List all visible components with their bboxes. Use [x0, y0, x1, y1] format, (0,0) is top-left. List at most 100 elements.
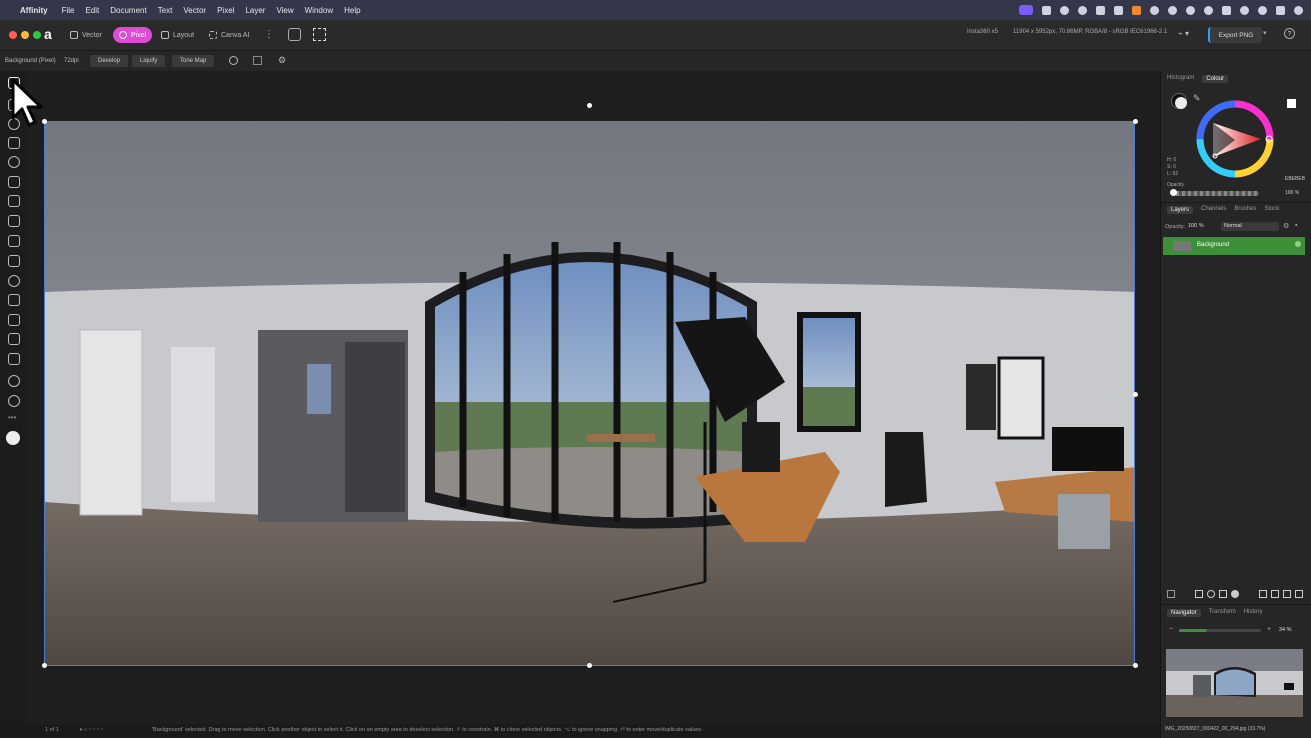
shield-icon[interactable]	[1132, 5, 1141, 15]
fx-icon[interactable]	[1195, 590, 1203, 598]
clone-brush-tool[interactable]	[8, 255, 20, 267]
transform-handle-top[interactable]	[587, 103, 592, 108]
blend-mode-select[interactable]: Normal	[1221, 222, 1279, 231]
persona-pixel[interactable]: Pixel	[113, 27, 153, 43]
transform-icon[interactable]	[253, 56, 262, 65]
tone-map-button[interactable]: Tone Map	[172, 55, 215, 67]
more-menu-icon[interactable]: ⋮	[264, 29, 274, 40]
live-filter-icon[interactable]	[1231, 590, 1239, 598]
layer-name[interactable]: Background	[1197, 242, 1229, 248]
zoom-slider[interactable]	[1179, 629, 1261, 632]
help-icon[interactable]: ?	[1284, 28, 1295, 39]
transform-handle-bottom[interactable]	[587, 663, 592, 668]
page-nav-icons[interactable]: ▸ ▹ ▫ ▫ ▫ ▫	[80, 726, 103, 733]
battery-icon[interactable]	[1222, 5, 1231, 15]
hex-value[interactable]: EBEBEB	[1285, 176, 1305, 182]
contrast-icon[interactable]	[1150, 5, 1159, 15]
persona-layout[interactable]: Layout	[155, 27, 200, 43]
opacity-value[interactable]: 100 %	[1285, 190, 1299, 196]
transform-handle-right[interactable]	[1133, 392, 1138, 397]
mesh-warp-tool[interactable]	[8, 353, 20, 365]
dodge-brush-tool[interactable]	[8, 235, 20, 247]
tab-layers[interactable]: Layers	[1167, 206, 1194, 214]
trash-icon[interactable]	[1295, 590, 1303, 598]
tab-navigator[interactable]: Navigator	[1167, 609, 1201, 617]
mask-icon[interactable]	[1207, 590, 1215, 598]
healing-brush-tool[interactable]	[8, 275, 20, 287]
affinity-logo-icon[interactable]: a	[44, 26, 58, 42]
menu-pixel[interactable]: Pixel	[217, 6, 234, 15]
tab-transform[interactable]: Transform	[1209, 609, 1236, 617]
screen-record-icon[interactable]	[1019, 5, 1033, 15]
persona-canva-ai[interactable]: Canva AI	[203, 27, 255, 43]
layer-options-icon[interactable]	[1167, 590, 1175, 598]
tab-channels[interactable]: Channels	[1201, 206, 1226, 214]
develop-button[interactable]: Develop	[90, 55, 129, 67]
snapping-icon[interactable]	[313, 28, 326, 41]
add-layer-icon[interactable]	[1283, 590, 1291, 598]
siri-icon[interactable]	[1294, 5, 1303, 15]
tab-colour[interactable]: Colour	[1202, 75, 1229, 83]
erase-brush-tool[interactable]	[8, 215, 20, 227]
layer-visibility-icon[interactable]	[1295, 241, 1301, 247]
paint-brush-tool[interactable]	[8, 176, 20, 188]
tab-history[interactable]: History	[1244, 609, 1263, 617]
export-png-button[interactable]: Export PNG	[1208, 27, 1262, 43]
zoom-window-button[interactable]	[33, 31, 41, 39]
menu-help[interactable]: Help	[344, 6, 360, 15]
rectangular-marquee-tool[interactable]	[8, 137, 20, 149]
control-center-icon[interactable]	[1276, 5, 1285, 15]
camera-icon[interactable]	[1042, 5, 1051, 15]
zoom-value[interactable]: 34 %	[1279, 627, 1292, 633]
layer-row-background[interactable]: Background	[1163, 237, 1305, 255]
brush-settings-icon[interactable]: ⌁ ▾	[1178, 29, 1189, 38]
navigator-thumbnail[interactable]	[1166, 649, 1303, 717]
color-preview-swatch[interactable]	[1287, 99, 1296, 108]
gear-icon[interactable]	[1078, 5, 1087, 15]
settings-gear-icon[interactable]: ⚙	[278, 55, 286, 66]
duplicate-layer-icon[interactable]	[1259, 590, 1267, 598]
layer-settings-icon[interactable]: ⚙	[1283, 222, 1289, 230]
tab-stock[interactable]: Stock	[1264, 206, 1279, 214]
adjustment-icon[interactable]	[1219, 590, 1227, 598]
pixel-tool[interactable]	[8, 195, 20, 207]
transform-handle-top-right[interactable]	[1133, 119, 1138, 124]
colour-wheel[interactable]	[1195, 99, 1275, 179]
panorama-image[interactable]	[44, 121, 1135, 666]
primary-color-swatch[interactable]	[6, 431, 20, 445]
liquify-button[interactable]: Liquify	[132, 55, 166, 67]
opacity-slider-knob[interactable]	[1170, 189, 1177, 196]
wifi-icon[interactable]	[1240, 5, 1249, 15]
auto-adjust-icon[interactable]	[229, 56, 238, 65]
more-tools-icon[interactable]: •••	[8, 413, 16, 422]
persona-vector[interactable]: Vector	[64, 27, 108, 43]
menu-text[interactable]: Text	[158, 6, 173, 15]
cloud-icon[interactable]	[1114, 5, 1123, 15]
transform-handle-bottom-right[interactable]	[1133, 663, 1138, 668]
transform-handle-bottom-left[interactable]	[42, 663, 47, 668]
menu-edit[interactable]: Edit	[85, 6, 99, 15]
moon-icon[interactable]	[1168, 5, 1177, 15]
zoom-in-icon[interactable]: +	[1267, 626, 1271, 633]
menu-layer[interactable]: Layer	[245, 6, 265, 15]
layer-opacity-field[interactable]: 100 %	[1188, 223, 1218, 231]
window-icon[interactable]	[1096, 5, 1105, 15]
zoom-tool[interactable]	[8, 395, 20, 407]
circle-c-icon[interactable]	[1060, 5, 1069, 15]
tab-brushes[interactable]: Brushes	[1234, 206, 1256, 214]
pen-tool[interactable]	[8, 294, 20, 306]
crop-tool[interactable]	[8, 333, 20, 345]
lock-icon[interactable]: ▪	[1295, 222, 1297, 229]
close-window-button[interactable]	[9, 31, 17, 39]
minimize-window-button[interactable]	[21, 31, 29, 39]
export-dropdown-icon[interactable]: ▾	[1263, 29, 1267, 37]
assistant-icon[interactable]	[288, 28, 301, 41]
menu-vector[interactable]: Vector	[183, 6, 206, 15]
menu-file[interactable]: File	[62, 6, 75, 15]
volume-icon[interactable]	[1204, 5, 1213, 15]
rectangle-tool[interactable]	[8, 314, 20, 326]
tab-histogram[interactable]: Histogram	[1167, 75, 1194, 83]
app-menu[interactable]: Affinity	[20, 6, 48, 15]
hand-tool[interactable]	[8, 375, 20, 387]
menu-view[interactable]: View	[276, 6, 293, 15]
